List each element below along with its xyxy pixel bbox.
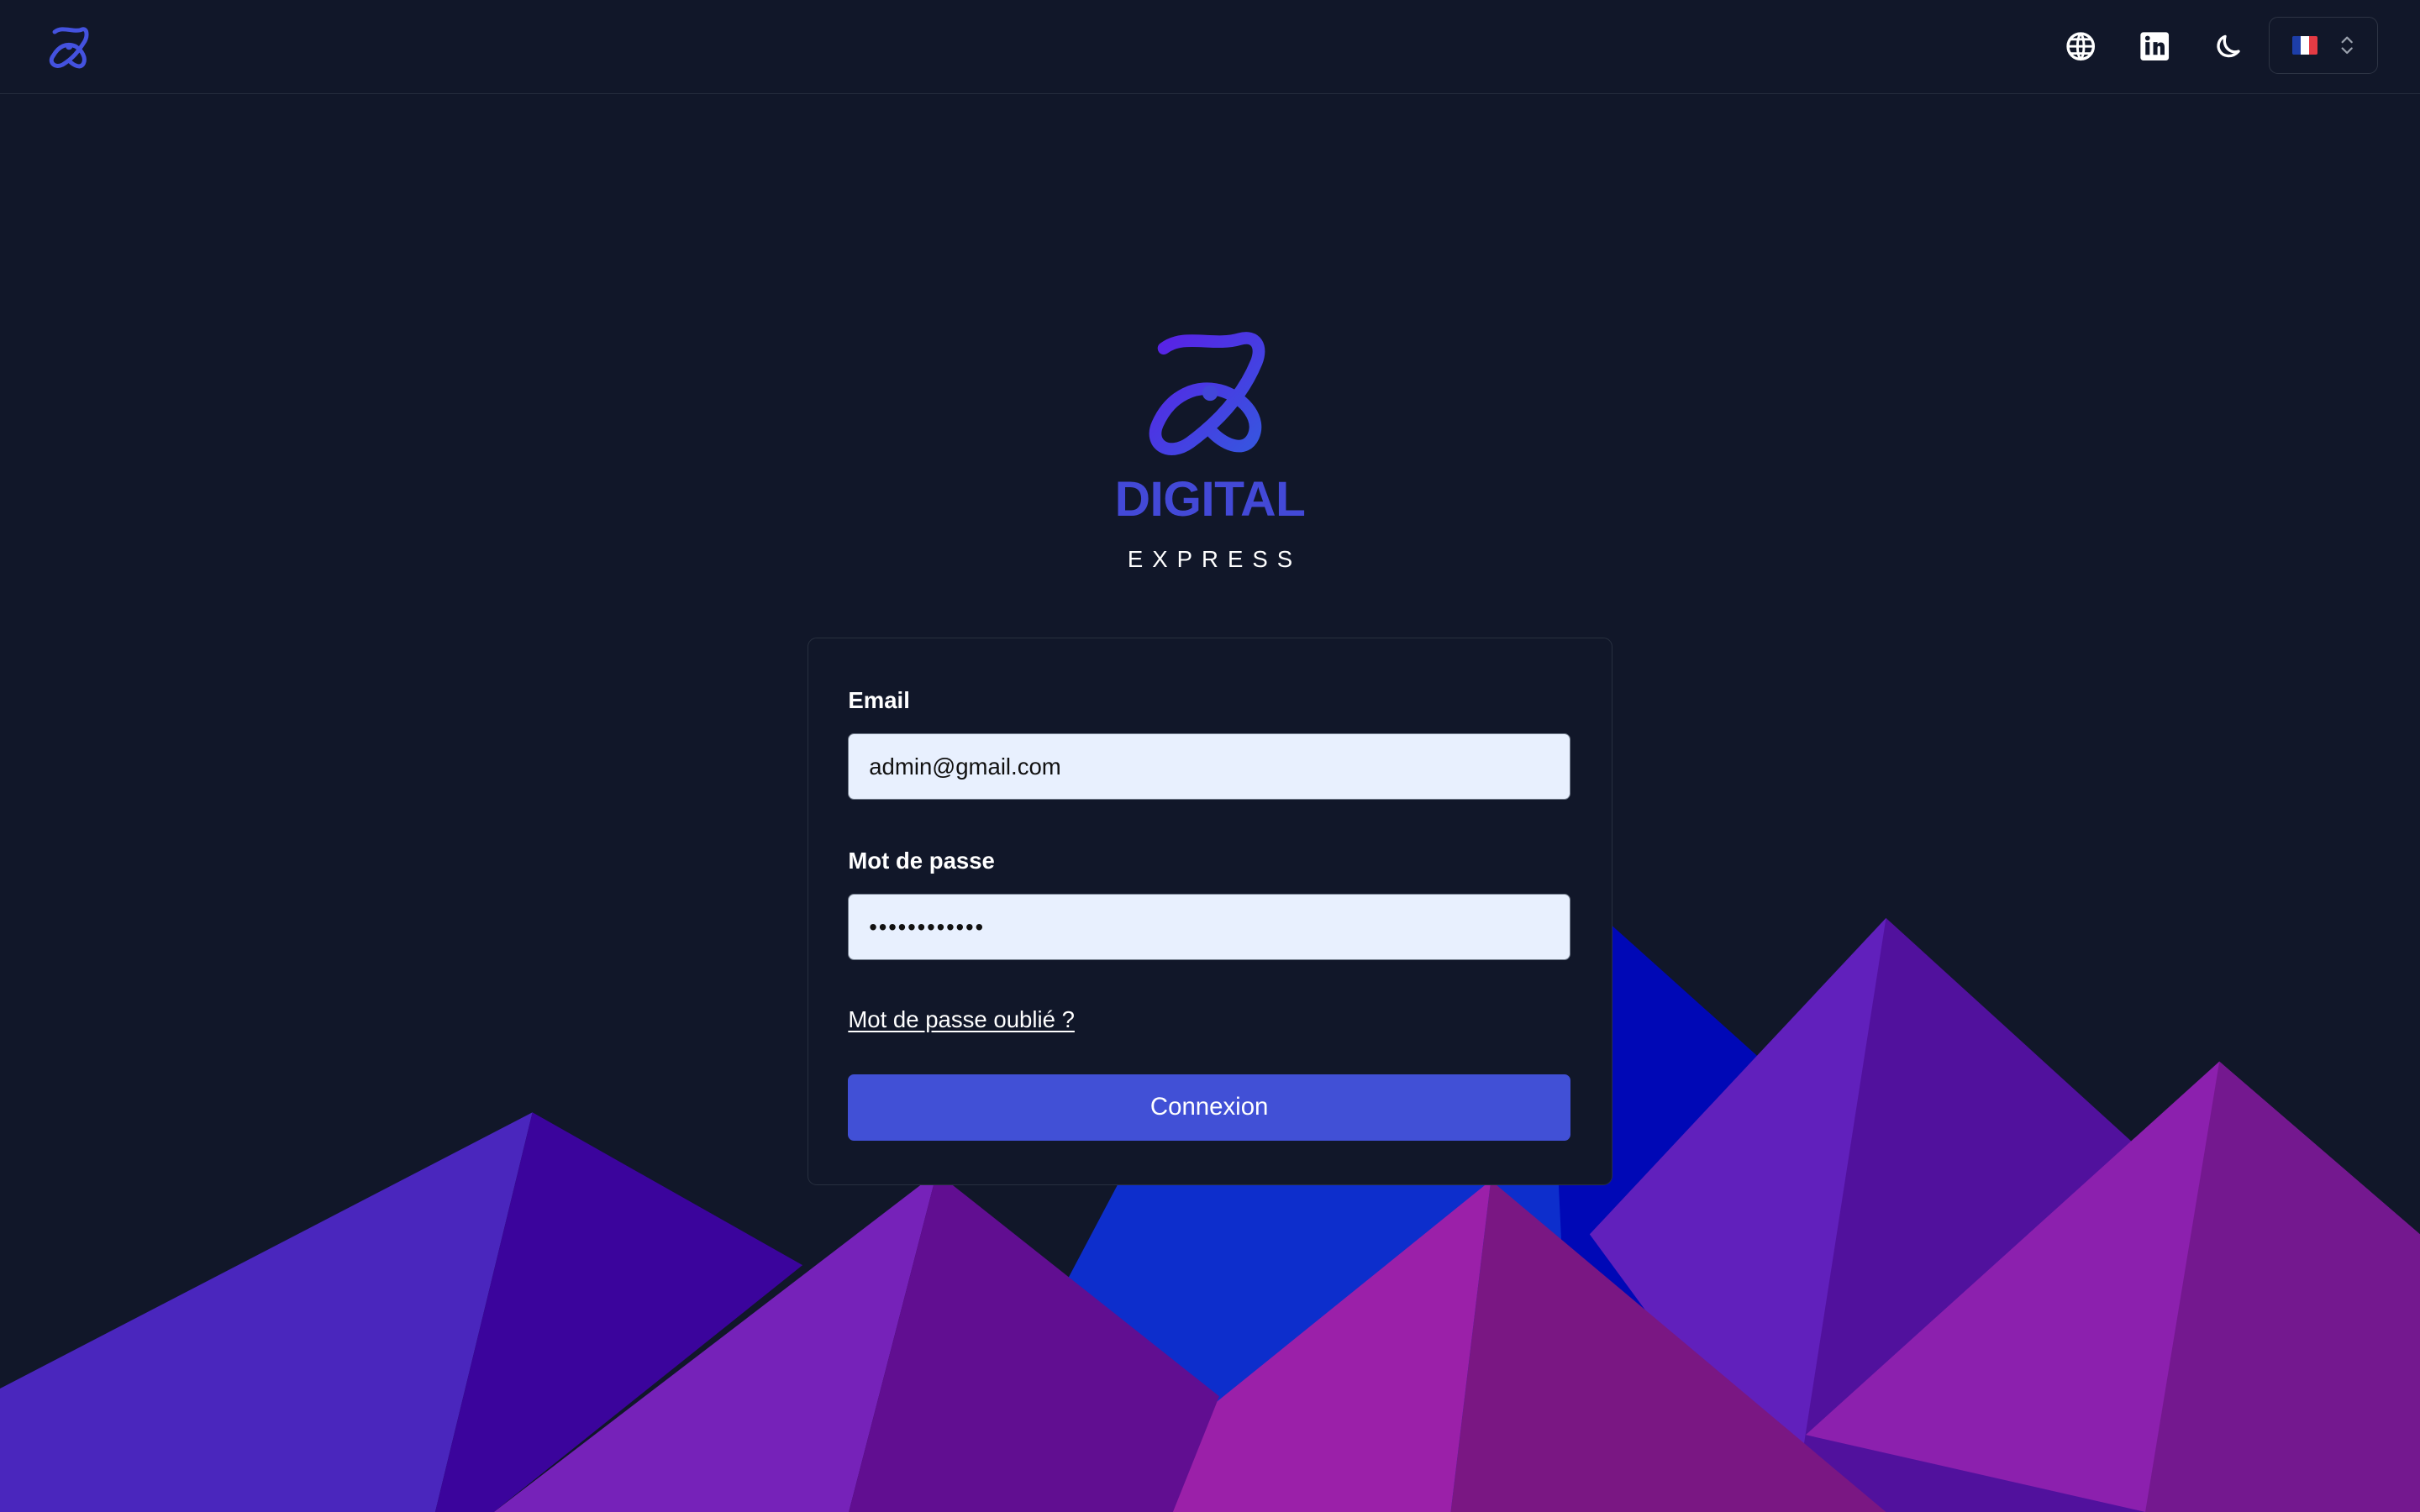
brand-icon[interactable] [43, 20, 95, 72]
language-selector[interactable] [2269, 17, 2379, 75]
email-label: Email [848, 686, 910, 713]
digital-express-logo-icon [1149, 332, 1265, 456]
forgot-password-link[interactable]: Mot de passe oublié ? [848, 1005, 1075, 1033]
brand-subtitle: EXPRESS [1127, 546, 1302, 572]
login-form: Email Mot de passe Mot de passe oublié ?… [807, 637, 1613, 1185]
password-label: Mot de passe [848, 847, 995, 874]
top-navigation [0, 0, 2420, 95]
moon-icon[interactable] [2208, 26, 2249, 66]
email-field[interactable] [848, 733, 1570, 801]
globe-icon[interactable] [2060, 26, 2101, 66]
brand-block: DIGITAL EXPRESS [1055, 327, 1364, 570]
brand-title: DIGITAL [1114, 471, 1306, 527]
password-field[interactable] [848, 894, 1570, 961]
linkedin-icon[interactable] [2134, 26, 2175, 66]
login-button[interactable]: Connexion [848, 1074, 1570, 1142]
login-page: DIGITAL EXPRESS Email Mot de passe Mot d… [0, 0, 2420, 1512]
france-flag-icon [2292, 36, 2317, 55]
chevron-up-down-icon [2341, 36, 2353, 55]
